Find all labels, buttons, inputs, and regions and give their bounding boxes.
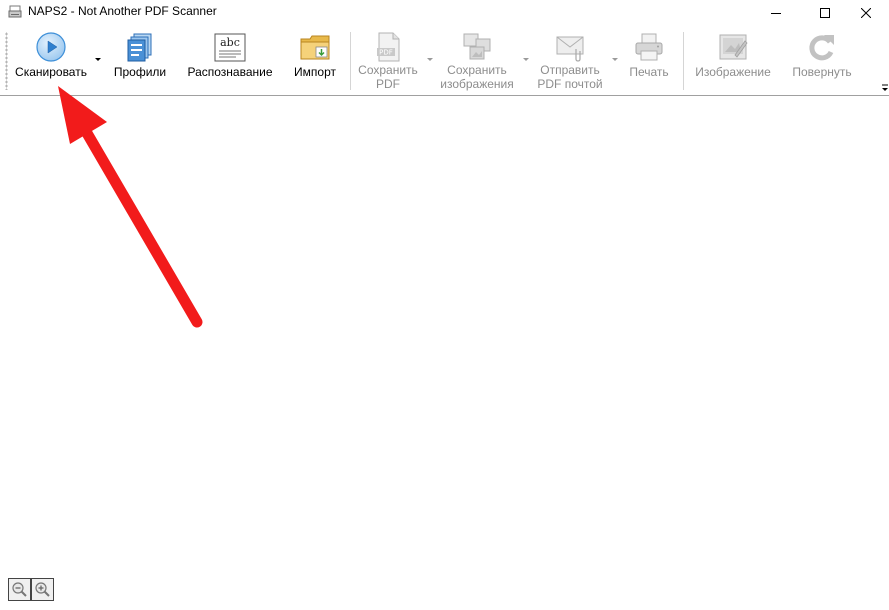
toolbar-separator (683, 32, 684, 90)
maximize-button[interactable] (802, 0, 848, 25)
play-circle-icon (36, 32, 66, 62)
ocr-button[interactable]: abc Распознавание (183, 31, 277, 93)
rotate-label: Повернуть (792, 65, 852, 79)
import-button[interactable]: Импорт (289, 31, 341, 93)
profiles-button[interactable]: Профили (110, 31, 170, 93)
toolbar-overflow-icon[interactable] (881, 83, 889, 93)
zoom-in-icon (35, 582, 50, 597)
save-pdf-button[interactable]: PDF Сохранить PDF (356, 31, 420, 93)
save-images-label-line1: Сохранить (447, 63, 507, 77)
email-pdf-button[interactable]: Отправить PDF почтой (533, 31, 607, 93)
email-pdf-label-line1: Отправить (540, 63, 600, 77)
profiles-icon (127, 33, 152, 62)
close-icon (861, 7, 871, 18)
folder-import-icon (300, 35, 330, 60)
save-pdf-dropdown-arrow[interactable] (427, 58, 433, 61)
toolbar-separator (350, 32, 351, 90)
image-edit-icon (719, 34, 748, 60)
email-pdf-dropdown-arrow[interactable] (612, 58, 618, 61)
profiles-label: Профили (113, 65, 167, 79)
scanner-icon (8, 5, 22, 18)
print-label: Печать (629, 65, 669, 79)
svg-text:PDF: PDF (379, 49, 393, 57)
app-window: NAPS2 - Not Another PDF Scanner Сканиров… (0, 0, 889, 610)
svg-text:abc: abc (220, 36, 240, 49)
save-pdf-label-line2: PDF (376, 77, 400, 91)
title-bar[interactable]: NAPS2 - Not Another PDF Scanner (0, 0, 889, 25)
zoom-out-icon (12, 582, 27, 597)
scan-label: Сканировать (15, 65, 87, 79)
print-button[interactable]: Печать (624, 31, 674, 93)
rotate-button[interactable]: Повернуть (788, 31, 856, 93)
save-pdf-label-line1: Сохранить (358, 63, 418, 77)
scan-dropdown-arrow[interactable] (95, 58, 101, 61)
minimize-icon (771, 12, 781, 14)
scan-button[interactable]: Сканировать (12, 31, 90, 93)
save-images-dropdown-arrow[interactable] (523, 58, 529, 61)
main-toolbar: Сканировать Профили abc Распознавание Им… (0, 27, 889, 96)
image-label: Изображение (695, 65, 771, 79)
close-button[interactable] (843, 0, 889, 25)
import-label: Импорт (294, 65, 336, 79)
window-title: NAPS2 - Not Another PDF Scanner (28, 4, 217, 18)
abc-ocr-icon: abc (214, 33, 246, 62)
zoom-out-button[interactable] (8, 578, 31, 601)
printer-icon (635, 33, 663, 61)
toolbar-grip[interactable] (5, 32, 8, 90)
save-images-button[interactable]: Сохранить изображения (437, 31, 517, 93)
minimize-button[interactable] (753, 0, 799, 25)
save-images-label-line2: изображения (440, 77, 514, 91)
rotate-icon (809, 35, 834, 61)
ocr-label: Распознавание (187, 65, 273, 79)
email-pdf-label-line2: PDF почтой (537, 77, 603, 91)
images-icon (463, 33, 491, 60)
maximize-icon (820, 7, 830, 18)
image-button[interactable]: Изображение (692, 31, 774, 93)
pdf-icon: PDF (377, 32, 400, 62)
zoom-in-button[interactable] (31, 578, 54, 601)
email-icon (556, 36, 584, 62)
